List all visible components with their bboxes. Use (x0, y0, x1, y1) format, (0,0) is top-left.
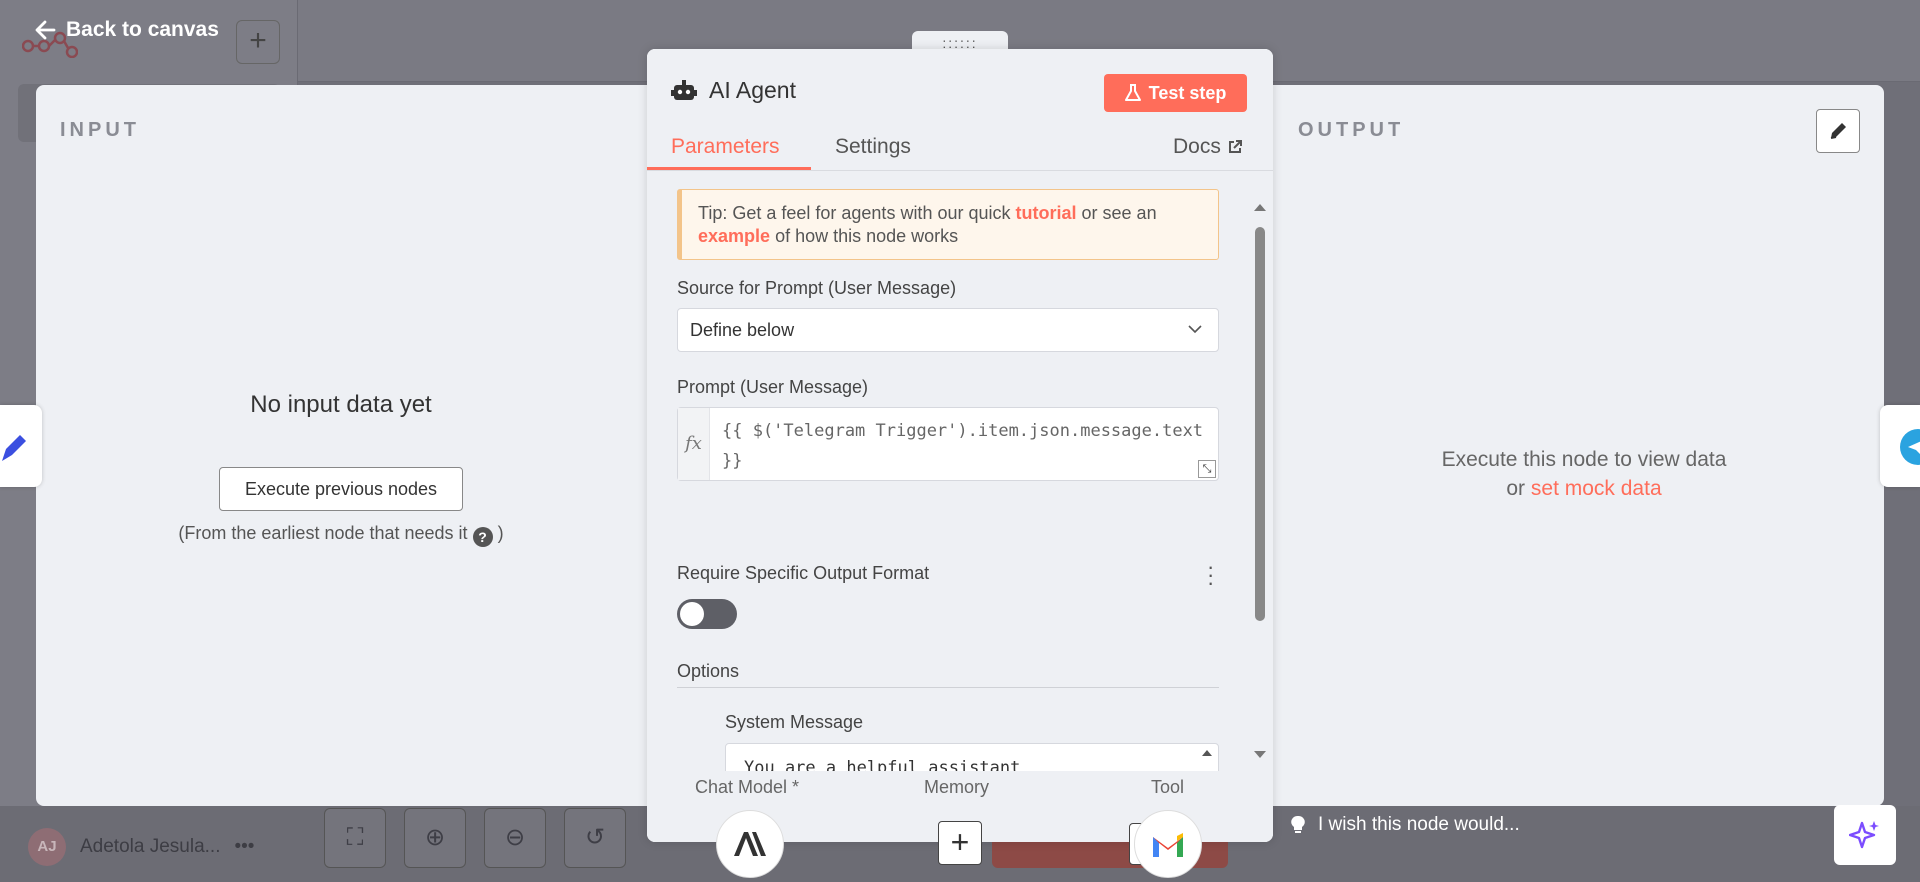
prompt-expression-value: {{ $('Telegram Trigger').item.json.messa… (722, 421, 1204, 471)
gmail-tool-icon[interactable] (1134, 810, 1202, 878)
user-menu: AJ Adetola Jesula... ••• (28, 828, 254, 866)
execute-hint-text: (From the earliest node that needs it (178, 523, 468, 543)
tab-parameters[interactable]: Parameters (671, 135, 780, 159)
add-memory-button[interactable]: + (938, 821, 982, 865)
system-message-input[interactable]: You are a helpful assistant (725, 743, 1219, 771)
back-to-canvas-label: Back to canvas (66, 18, 219, 41)
test-step-button[interactable]: Test step (1104, 74, 1247, 112)
previous-node-tab[interactable] (0, 405, 42, 487)
parameters-body: Tip: Get a feel for agents with our quic… (647, 171, 1273, 771)
output-format-toggle[interactable] (677, 599, 737, 629)
robot-icon (671, 79, 697, 100)
node-panel-header: AI Agent Test step Parameters Settings D… (647, 49, 1273, 171)
prompt-expression-input[interactable]: fx {{ $('Telegram Trigger').item.json.me… (677, 407, 1219, 481)
set-mock-data-link[interactable]: set mock data (1531, 477, 1662, 500)
prompt-label: Prompt (User Message) (677, 377, 869, 397)
tutorial-link[interactable]: tutorial (1016, 203, 1077, 223)
docs-link[interactable]: Docs (1173, 135, 1243, 159)
docs-label: Docs (1173, 135, 1221, 158)
zoom-out-icon: ⊖ (484, 808, 546, 868)
help-icon[interactable]: ? (472, 527, 493, 547)
node-title: AI Agent (671, 77, 796, 104)
zoom-to-fit-icon: ⛶ (324, 808, 386, 868)
output-format-label: Require Specific Output Format (677, 563, 930, 583)
panel-scroll-thumb[interactable] (1255, 227, 1265, 621)
arrow-left-icon (35, 20, 56, 40)
user-more-icon: ••• (234, 836, 255, 857)
system-message-label: System Message (725, 712, 864, 732)
sparkle-icon (1848, 821, 1879, 849)
chat-model-label: Chat Model * (695, 777, 800, 797)
toggle-knob (680, 602, 704, 626)
output-mock-line: or set mock data (1384, 474, 1784, 503)
ai-assistant-button[interactable] (1834, 805, 1896, 865)
node-parameters-panel: AI Agent Test step Parameters Settings D… (647, 49, 1273, 842)
anthropic-model-icon[interactable] (716, 810, 784, 878)
tab-settings[interactable]: Settings (835, 135, 911, 159)
no-input-title: No input data yet (250, 391, 432, 418)
pencil-icon (1830, 123, 1846, 139)
telegram-icon (1900, 429, 1920, 465)
source-prompt-select[interactable]: Define below (677, 308, 1219, 352)
node-title-text: AI Agent (709, 77, 796, 103)
memory-label: Memory (924, 777, 990, 797)
zoom-in-icon: ⊕ (404, 808, 466, 868)
feedback-link[interactable]: I wish this node would... (1290, 814, 1520, 836)
tip-suffix: of how this node works (775, 226, 959, 246)
execute-previous-nodes-button[interactable]: Execute previous nodes (219, 467, 463, 511)
tip-callout: Tip: Get a feel for agents with our quic… (677, 189, 1219, 260)
chevron-down-icon (1188, 325, 1202, 334)
pen-icon (2, 435, 26, 461)
output-panel-title: OUTPUT (1298, 119, 1405, 141)
system-message-value: You are a helpful assistant (744, 758, 1021, 771)
execute-hint-suffix: ) (497, 523, 504, 543)
tip-prefix: Tip: Get a feel for agents with our quic… (698, 203, 1011, 223)
tool-label: Tool (1151, 777, 1185, 797)
tip-middle: or see an (1081, 203, 1157, 223)
options-divider (677, 687, 1219, 688)
example-link[interactable]: example (698, 226, 770, 246)
avatar: AJ (28, 828, 66, 866)
user-name: Adetola Jesula... (80, 836, 221, 857)
source-prompt-label: Source for Prompt (User Message) (677, 278, 957, 298)
flask-icon (1124, 84, 1141, 101)
external-link-icon (1228, 140, 1242, 153)
lightbulb-icon (1291, 815, 1305, 833)
expand-icon[interactable]: ⤡ (1198, 460, 1216, 478)
output-empty-state: Execute this node to view data or set mo… (1384, 445, 1784, 503)
feedback-label: I wish this node would... (1318, 814, 1520, 835)
output-or-text: or (1506, 477, 1526, 500)
edit-output-button[interactable] (1816, 109, 1860, 153)
test-step-label: Test step (1148, 82, 1227, 103)
execute-hint: (From the earliest node that needs it ? … (36, 523, 646, 547)
source-prompt-value: Define below (690, 320, 795, 340)
fx-icon: fx (678, 408, 710, 480)
textarea-scrollbar[interactable] (1200, 748, 1214, 771)
options-label: Options (677, 661, 740, 681)
output-empty-text: Execute this node to view data (1441, 448, 1727, 471)
next-node-tab[interactable] (1880, 405, 1920, 487)
add-workflow-icon: + (236, 20, 280, 64)
reset-zoom-icon: ↺ (564, 808, 626, 868)
kebab-menu-icon[interactable]: · · · (1207, 556, 1214, 594)
back-to-canvas-button[interactable]: Back to canvas (34, 18, 219, 42)
input-panel-title: INPUT (60, 119, 140, 141)
